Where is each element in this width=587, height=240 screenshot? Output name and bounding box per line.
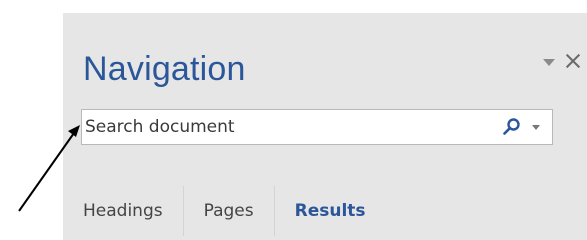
- pane-title: Navigation: [83, 50, 246, 88]
- tab-results[interactable]: Results: [275, 186, 386, 236]
- close-icon[interactable]: [565, 53, 581, 69]
- tab-pages[interactable]: Pages: [184, 186, 275, 236]
- pane-controls: [543, 53, 581, 69]
- navigation-pane: Navigation Headings Pages Results: [63, 13, 587, 240]
- stage: Navigation Headings Pages Results: [0, 0, 587, 240]
- tab-strip: Headings Pages Results: [63, 186, 386, 236]
- search-box: [81, 109, 553, 145]
- tab-headings[interactable]: Headings: [63, 186, 184, 236]
- search-input[interactable]: [82, 110, 482, 144]
- search-icon[interactable]: [502, 117, 522, 137]
- pane-options-icon[interactable]: [543, 58, 555, 66]
- search-options-chevron-icon[interactable]: [532, 125, 540, 130]
